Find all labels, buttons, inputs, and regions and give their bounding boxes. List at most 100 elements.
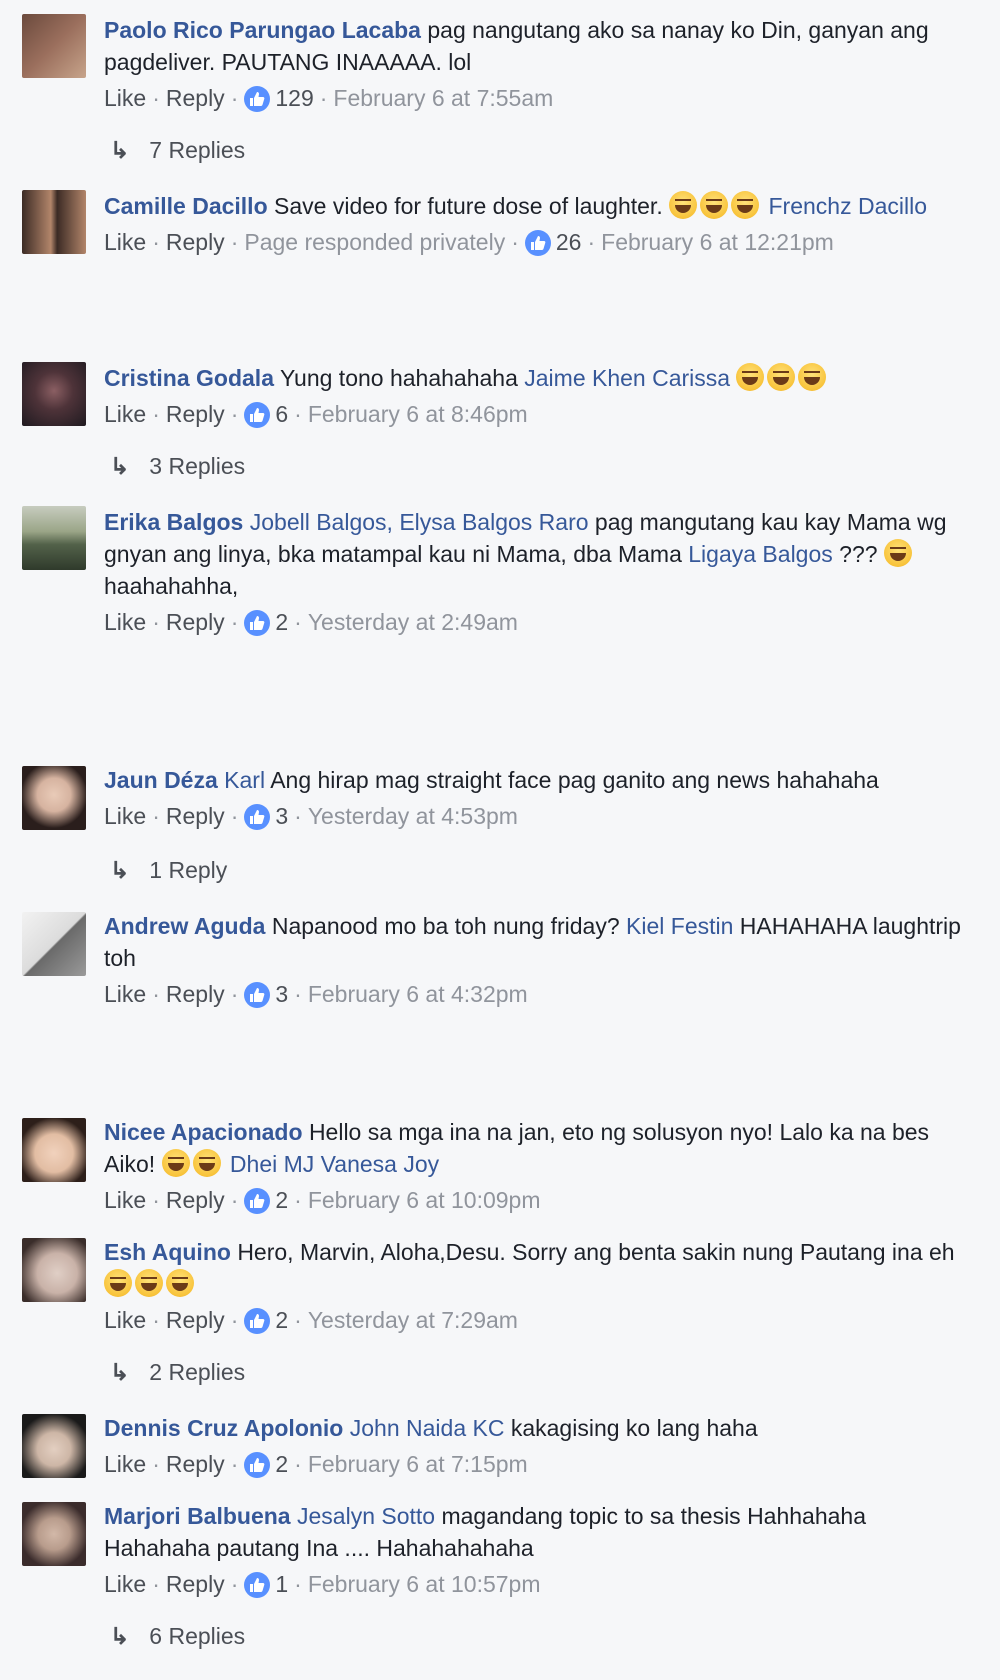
- mention-link[interactable]: Karl: [224, 767, 265, 793]
- mention-link[interactable]: Jesalyn Sotto: [297, 1503, 435, 1529]
- comment-actions: Like · Reply · 2 · Yesterday at 7:29am: [104, 1307, 518, 1334]
- reply-link[interactable]: Reply: [166, 1307, 225, 1333]
- timestamp[interactable]: February 6 at 4:32pm: [308, 981, 528, 1007]
- avatar[interactable]: [22, 1118, 86, 1182]
- like-link[interactable]: Like: [104, 609, 146, 635]
- comment-author[interactable]: Nicee Apacionado: [104, 1119, 303, 1145]
- comment-text: Hero, Marvin, Aloha,Desu. Sorry ang bent…: [237, 1239, 955, 1265]
- timestamp[interactable]: February 6 at 7:15pm: [308, 1451, 528, 1477]
- view-replies-link[interactable]: ↳ 2 Replies: [110, 1356, 245, 1388]
- view-replies-link[interactable]: ↳ 3 Replies: [110, 450, 245, 482]
- reply-link[interactable]: Reply: [166, 85, 225, 111]
- timestamp[interactable]: February 6 at 10:09pm: [308, 1187, 541, 1213]
- reply-link[interactable]: Reply: [166, 981, 225, 1007]
- page-responded-status: Page responded privately: [244, 229, 506, 255]
- reply-link[interactable]: Reply: [166, 229, 225, 255]
- thumbs-up-icon: [244, 982, 271, 1008]
- timestamp[interactable]: February 6 at 8:46pm: [308, 401, 528, 427]
- view-replies-link[interactable]: ↳ 7 Replies: [110, 134, 245, 166]
- like-link[interactable]: Like: [104, 803, 146, 829]
- like-count[interactable]: 6: [275, 401, 288, 427]
- comment-author[interactable]: Erika Balgos: [104, 509, 243, 535]
- reply-arrow-icon: ↳: [110, 1359, 130, 1385]
- comment-author[interactable]: Jaun Déza: [104, 767, 218, 793]
- reply-link[interactable]: Reply: [166, 803, 225, 829]
- laughing-emoji-icon: [104, 1269, 132, 1297]
- like-count[interactable]: 3: [275, 981, 288, 1007]
- comment-author[interactable]: Andrew Aguda: [104, 913, 265, 939]
- replies-count: 1 Reply: [149, 857, 228, 883]
- laughing-emoji-icon: [700, 191, 729, 219]
- comment-text: Save video for future dose of laughter.: [274, 193, 663, 219]
- like-link[interactable]: Like: [104, 1451, 146, 1477]
- like-link[interactable]: Like: [104, 1187, 146, 1213]
- avatar[interactable]: [22, 14, 86, 78]
- view-replies-link[interactable]: ↳ 1 Reply: [110, 854, 227, 886]
- view-replies-link[interactable]: ↳ 6 Replies: [110, 1620, 245, 1652]
- reply-link[interactable]: Reply: [166, 609, 225, 635]
- laughing-emoji-icon: [669, 191, 698, 219]
- timestamp[interactable]: Yesterday at 2:49am: [308, 609, 518, 635]
- avatar[interactable]: [22, 1414, 86, 1478]
- like-count[interactable]: 129: [275, 85, 313, 111]
- timestamp[interactable]: February 6 at 7:55am: [333, 85, 553, 111]
- mention-link[interactable]: Jobell Balgos, Elysa Balgos Raro: [250, 509, 589, 535]
- comment-author[interactable]: Cristina Godala: [104, 365, 274, 391]
- thumbs-up-icon: [244, 1308, 271, 1334]
- avatar[interactable]: [22, 1502, 86, 1566]
- like-link[interactable]: Like: [104, 1307, 146, 1333]
- comment-author[interactable]: Dennis Cruz Apolonio: [104, 1415, 343, 1441]
- reply-arrow-icon: ↳: [110, 1623, 130, 1649]
- reply-link[interactable]: Reply: [166, 401, 225, 427]
- avatar[interactable]: [22, 912, 86, 976]
- thumbs-up-icon: [244, 1452, 271, 1478]
- comment-text: Ang hirap mag straight face pag ganito a…: [270, 767, 879, 793]
- comment-actions: Like · Reply · 6 · February 6 at 8:46pm: [104, 401, 528, 428]
- avatar[interactable]: [22, 766, 86, 830]
- like-link[interactable]: Like: [104, 401, 146, 427]
- mention-link[interactable]: Kiel Festin: [626, 913, 733, 939]
- mention-link[interactable]: Frenchz Dacillo: [769, 193, 928, 219]
- mention-link[interactable]: Jaime Khen Carissa: [524, 365, 730, 391]
- timestamp[interactable]: Yesterday at 4:53pm: [308, 803, 518, 829]
- timestamp[interactable]: February 6 at 12:21pm: [601, 229, 834, 255]
- reply-link[interactable]: Reply: [166, 1571, 225, 1597]
- comment-actions: Like · Reply · 3 · February 6 at 4:32pm: [104, 981, 528, 1008]
- like-count[interactable]: 2: [275, 609, 288, 635]
- like-count[interactable]: 3: [275, 803, 288, 829]
- like-link[interactable]: Like: [104, 981, 146, 1007]
- mention-link[interactable]: Dhei MJ Vanesa Joy: [230, 1151, 439, 1177]
- comment-text: kakagising ko lang haha: [510, 1415, 758, 1441]
- timestamp[interactable]: February 6 at 10:57pm: [308, 1571, 541, 1597]
- avatar[interactable]: [22, 1238, 86, 1302]
- reply-link[interactable]: Reply: [166, 1187, 225, 1213]
- laughing-emoji-icon: [161, 1149, 190, 1177]
- avatar[interactable]: [22, 190, 86, 254]
- like-count[interactable]: 2: [275, 1307, 288, 1333]
- like-link[interactable]: Like: [104, 1571, 146, 1597]
- like-link[interactable]: Like: [104, 85, 146, 111]
- avatar[interactable]: [22, 362, 86, 426]
- avatar[interactable]: [22, 506, 86, 570]
- like-count[interactable]: 2: [275, 1187, 288, 1213]
- comment-author[interactable]: Paolo Rico Parungao Lacaba: [104, 17, 421, 43]
- replies-count: 7 Replies: [149, 137, 246, 163]
- thumbs-up-icon: [244, 86, 271, 112]
- laughing-emoji-icon: [731, 191, 760, 219]
- mention-link[interactable]: Ligaya Balgos: [688, 541, 833, 567]
- replies-count: 2 Replies: [149, 1359, 246, 1385]
- laughing-emoji-icon: [192, 1149, 221, 1177]
- thumbs-up-icon: [244, 804, 271, 830]
- laughing-emoji-icon: [736, 363, 765, 391]
- timestamp[interactable]: Yesterday at 7:29am: [308, 1307, 518, 1333]
- like-count[interactable]: 26: [556, 229, 582, 255]
- like-link[interactable]: Like: [104, 229, 146, 255]
- reply-link[interactable]: Reply: [166, 1451, 225, 1477]
- comment-author[interactable]: Marjori Balbuena: [104, 1503, 291, 1529]
- like-count[interactable]: 2: [275, 1451, 288, 1477]
- mention-link[interactable]: John Naida KC: [350, 1415, 505, 1441]
- comment-author[interactable]: Camille Dacillo: [104, 193, 268, 219]
- like-count[interactable]: 1: [275, 1571, 288, 1597]
- comment-author[interactable]: Esh Aquino: [104, 1239, 231, 1265]
- thumbs-up-icon: [244, 610, 271, 636]
